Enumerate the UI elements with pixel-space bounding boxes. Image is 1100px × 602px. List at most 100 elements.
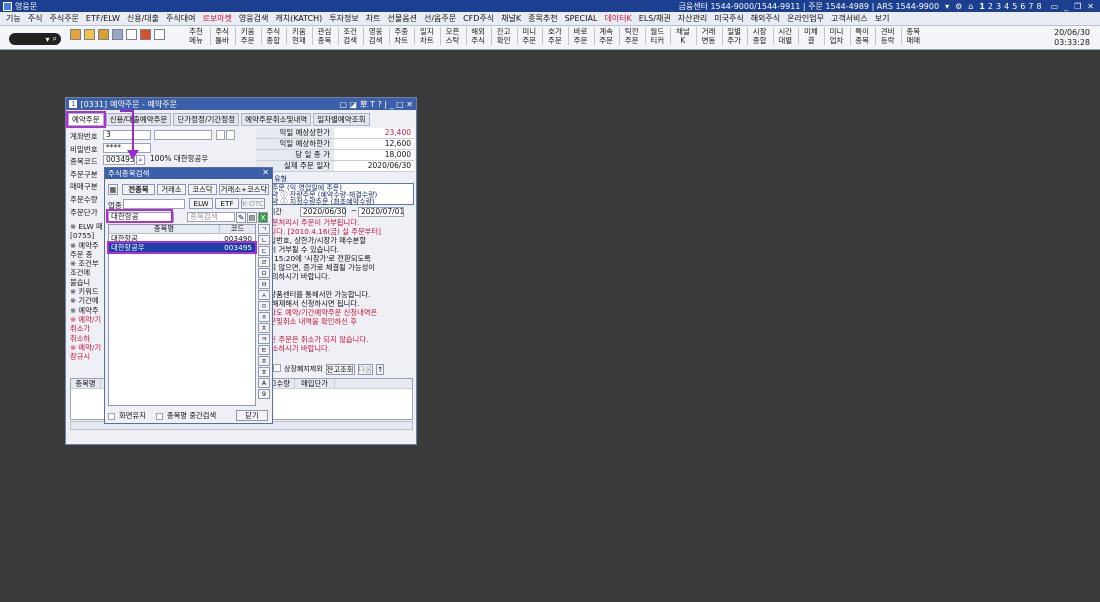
menu-item[interactable]: 영웅검색 <box>239 13 268 24</box>
toolbar-button[interactable]: 바로 주문 <box>568 27 592 45</box>
dropdown-icon[interactable]: ▾ <box>945 2 949 11</box>
order-type-options[interactable]: 예약주문 (익 영업일에 주문) 간예약 ⓘ 잔량주문 (예약수량-체결수량) 간예… <box>259 185 411 206</box>
menu-item[interactable]: 주식주문 <box>49 13 78 24</box>
market-button[interactable]: 코스닥 <box>188 184 217 195</box>
menu-item[interactable]: 주식대여 <box>166 13 195 24</box>
index-letter-button[interactable]: ㅊ <box>258 323 270 333</box>
screen-number-4[interactable]: 4 <box>1004 2 1009 11</box>
restore-icon[interactable]: ❐ <box>1074 2 1081 11</box>
toolbar-button[interactable]: 틱전 주문 <box>619 27 643 45</box>
minimize-icon[interactable]: _ <box>1064 2 1068 11</box>
stock-filter-input[interactable]: 종목검색 <box>187 212 235 222</box>
toolbar-button[interactable]: 주중 차트 <box>388 27 413 45</box>
toolbar-button[interactable]: 해외 주식 <box>465 27 490 45</box>
list-item[interactable]: 대한항공 003490 <box>109 234 255 243</box>
screen-number-tabs[interactable]: 12345678 <box>979 2 1044 11</box>
keep-screen-checkbox[interactable] <box>108 412 115 420</box>
account-name-field[interactable] <box>154 130 212 140</box>
toolbar-button[interactable]: 추천 메뉴 <box>184 27 208 45</box>
menu-item[interactable]: 채널K <box>501 13 521 24</box>
balance-query-button[interactable]: 잔고조회 <box>325 364 355 375</box>
menu-item[interactable]: 기능 <box>6 13 21 24</box>
edit-icon[interactable] <box>216 130 225 140</box>
menu-item[interactable]: 종목추천 <box>528 13 557 24</box>
toolbar-button[interactable]: 호가 주문 <box>542 27 566 45</box>
settings-icon[interactable]: ⚙ <box>955 2 962 11</box>
index-letter-button[interactable]: ㄴ <box>258 235 270 245</box>
window-controls[interactable]: ▢ ◪ 草 T ? | _ □ ✕ <box>339 98 413 110</box>
toolbar-button[interactable]: 관심 종목 <box>312 27 336 45</box>
toolbar-button[interactable]: 월드 티커 <box>644 27 669 45</box>
screen-number-3[interactable]: 3 <box>996 2 1001 11</box>
tab-2[interactable]: 신용/대출예약주문 <box>105 113 172 126</box>
screen-number-8[interactable]: 8 <box>1036 2 1041 11</box>
toolbar-button[interactable]: 조건 검색 <box>337 27 362 45</box>
toolbar-button[interactable]: 시간 대별 <box>772 27 797 45</box>
folder-icon[interactable] <box>70 29 81 40</box>
index-letter-button[interactable]: 9 <box>258 389 270 399</box>
close-button[interactable]: 닫기 <box>236 410 268 421</box>
index-letter-button[interactable]: ㅈ <box>258 312 270 322</box>
grid-icon[interactable]: ▦ <box>108 184 118 195</box>
menu-item[interactable]: 차트 <box>366 13 381 24</box>
menu-item[interactable]: SPECIAL <box>565 14 598 23</box>
index-letter-button[interactable]: ㄱ <box>258 224 270 234</box>
menu-item[interactable]: 로보마켓 <box>202 13 231 24</box>
type-button[interactable]: ELW <box>189 198 213 209</box>
screen-number-6[interactable]: 6 <box>1020 2 1025 11</box>
menu-item[interactable]: 선물옵션 <box>388 13 417 24</box>
menu-item[interactable]: 데이터K <box>604 13 631 24</box>
index-letter-button[interactable]: ㅂ <box>258 279 270 289</box>
lock-icon[interactable] <box>98 29 109 40</box>
tab-5[interactable]: 일자별예약조회 <box>313 113 370 126</box>
toolbar-button[interactable]: 오픈 스탁 <box>440 27 464 45</box>
toolbar-button[interactable]: 특이 종목 <box>849 27 874 45</box>
screen-number-2[interactable]: 2 <box>988 2 993 11</box>
toolbar-button[interactable]: 종목 매매 <box>900 27 925 45</box>
pencil-icon[interactable] <box>84 29 95 40</box>
toolbar-button[interactable]: 미체 결 <box>798 27 822 45</box>
screen-number-7[interactable]: 7 <box>1028 2 1033 11</box>
dropdown-icon[interactable]: ▾ <box>46 35 50 44</box>
menu-item[interactable]: 주식 <box>28 13 43 24</box>
menu-item[interactable]: 미국주식 <box>714 13 743 24</box>
quick-search[interactable]: ▾ ⌕ <box>9 33 61 45</box>
menu-item[interactable]: 자산관리 <box>678 13 707 24</box>
gear-icon[interactable] <box>154 29 165 40</box>
menu-item[interactable]: 해외주식 <box>751 13 780 24</box>
toolbar-button[interactable]: 키움 주문 <box>235 27 259 45</box>
index-letter-button[interactable]: ㅋ <box>258 334 270 344</box>
menu-item[interactable]: 선/옵주문 <box>424 13 456 24</box>
screen-number-1[interactable]: 1 <box>979 2 985 11</box>
index-letter-button[interactable]: A <box>258 378 270 388</box>
next-button[interactable]: 다음 <box>357 364 373 375</box>
toolbar-button[interactable]: 일지 차트 <box>414 27 438 45</box>
menu-item[interactable]: 보기 <box>875 13 890 24</box>
toolbar-button[interactable]: 계속 주문 <box>593 27 618 45</box>
menu-item[interactable]: 고객서비스 <box>831 13 868 24</box>
menu-item[interactable]: 투자정보 <box>329 13 358 24</box>
period-to-input[interactable]: 2020/07/01 <box>358 207 404 217</box>
toolbar-button[interactable]: 잔고 확인 <box>491 27 515 45</box>
menu-item[interactable]: 신용/대출 <box>127 13 159 24</box>
menu-item[interactable]: 캐치(KATCH) <box>275 13 322 24</box>
search-icon[interactable]: ⌕ <box>53 34 57 44</box>
window-titlebar[interactable]: 1 [0331] 예약주문 - 예약주문 ▢ ◪ 草 T ? | _ □ ✕ <box>66 98 416 110</box>
edit-icon[interactable]: ✎ <box>236 212 246 223</box>
sector-select[interactable] <box>123 199 185 209</box>
save-icon[interactable]: ▤ <box>247 212 257 223</box>
index-letter-button[interactable]: ㄷ <box>258 246 270 256</box>
tab-4[interactable]: 예약주문취소및내역 <box>241 113 312 126</box>
market-button[interactable]: 거래소+코스닥 <box>219 184 269 195</box>
order-type-option[interactable]: 간예약 ⓘ 지정수량주문 (최초예약수량) <box>259 199 411 206</box>
menu-item[interactable]: 온라인업무 <box>787 13 824 24</box>
popup-title[interactable]: 주식종목검색 <box>105 168 272 179</box>
screen-number-5[interactable]: 5 <box>1012 2 1017 11</box>
toolbar-button[interactable]: 채널 K <box>670 27 694 45</box>
account-input[interactable]: 3 <box>103 130 151 140</box>
home-icon[interactable]: ⌂ <box>968 2 973 11</box>
index-letter-button[interactable]: ㅎ <box>258 367 270 377</box>
tab-1[interactable]: 예약주문 <box>66 111 106 128</box>
list-item[interactable]: 대한항공우 003495 <box>107 241 257 254</box>
toolbar-button[interactable]: 일별 주가 <box>721 27 746 45</box>
